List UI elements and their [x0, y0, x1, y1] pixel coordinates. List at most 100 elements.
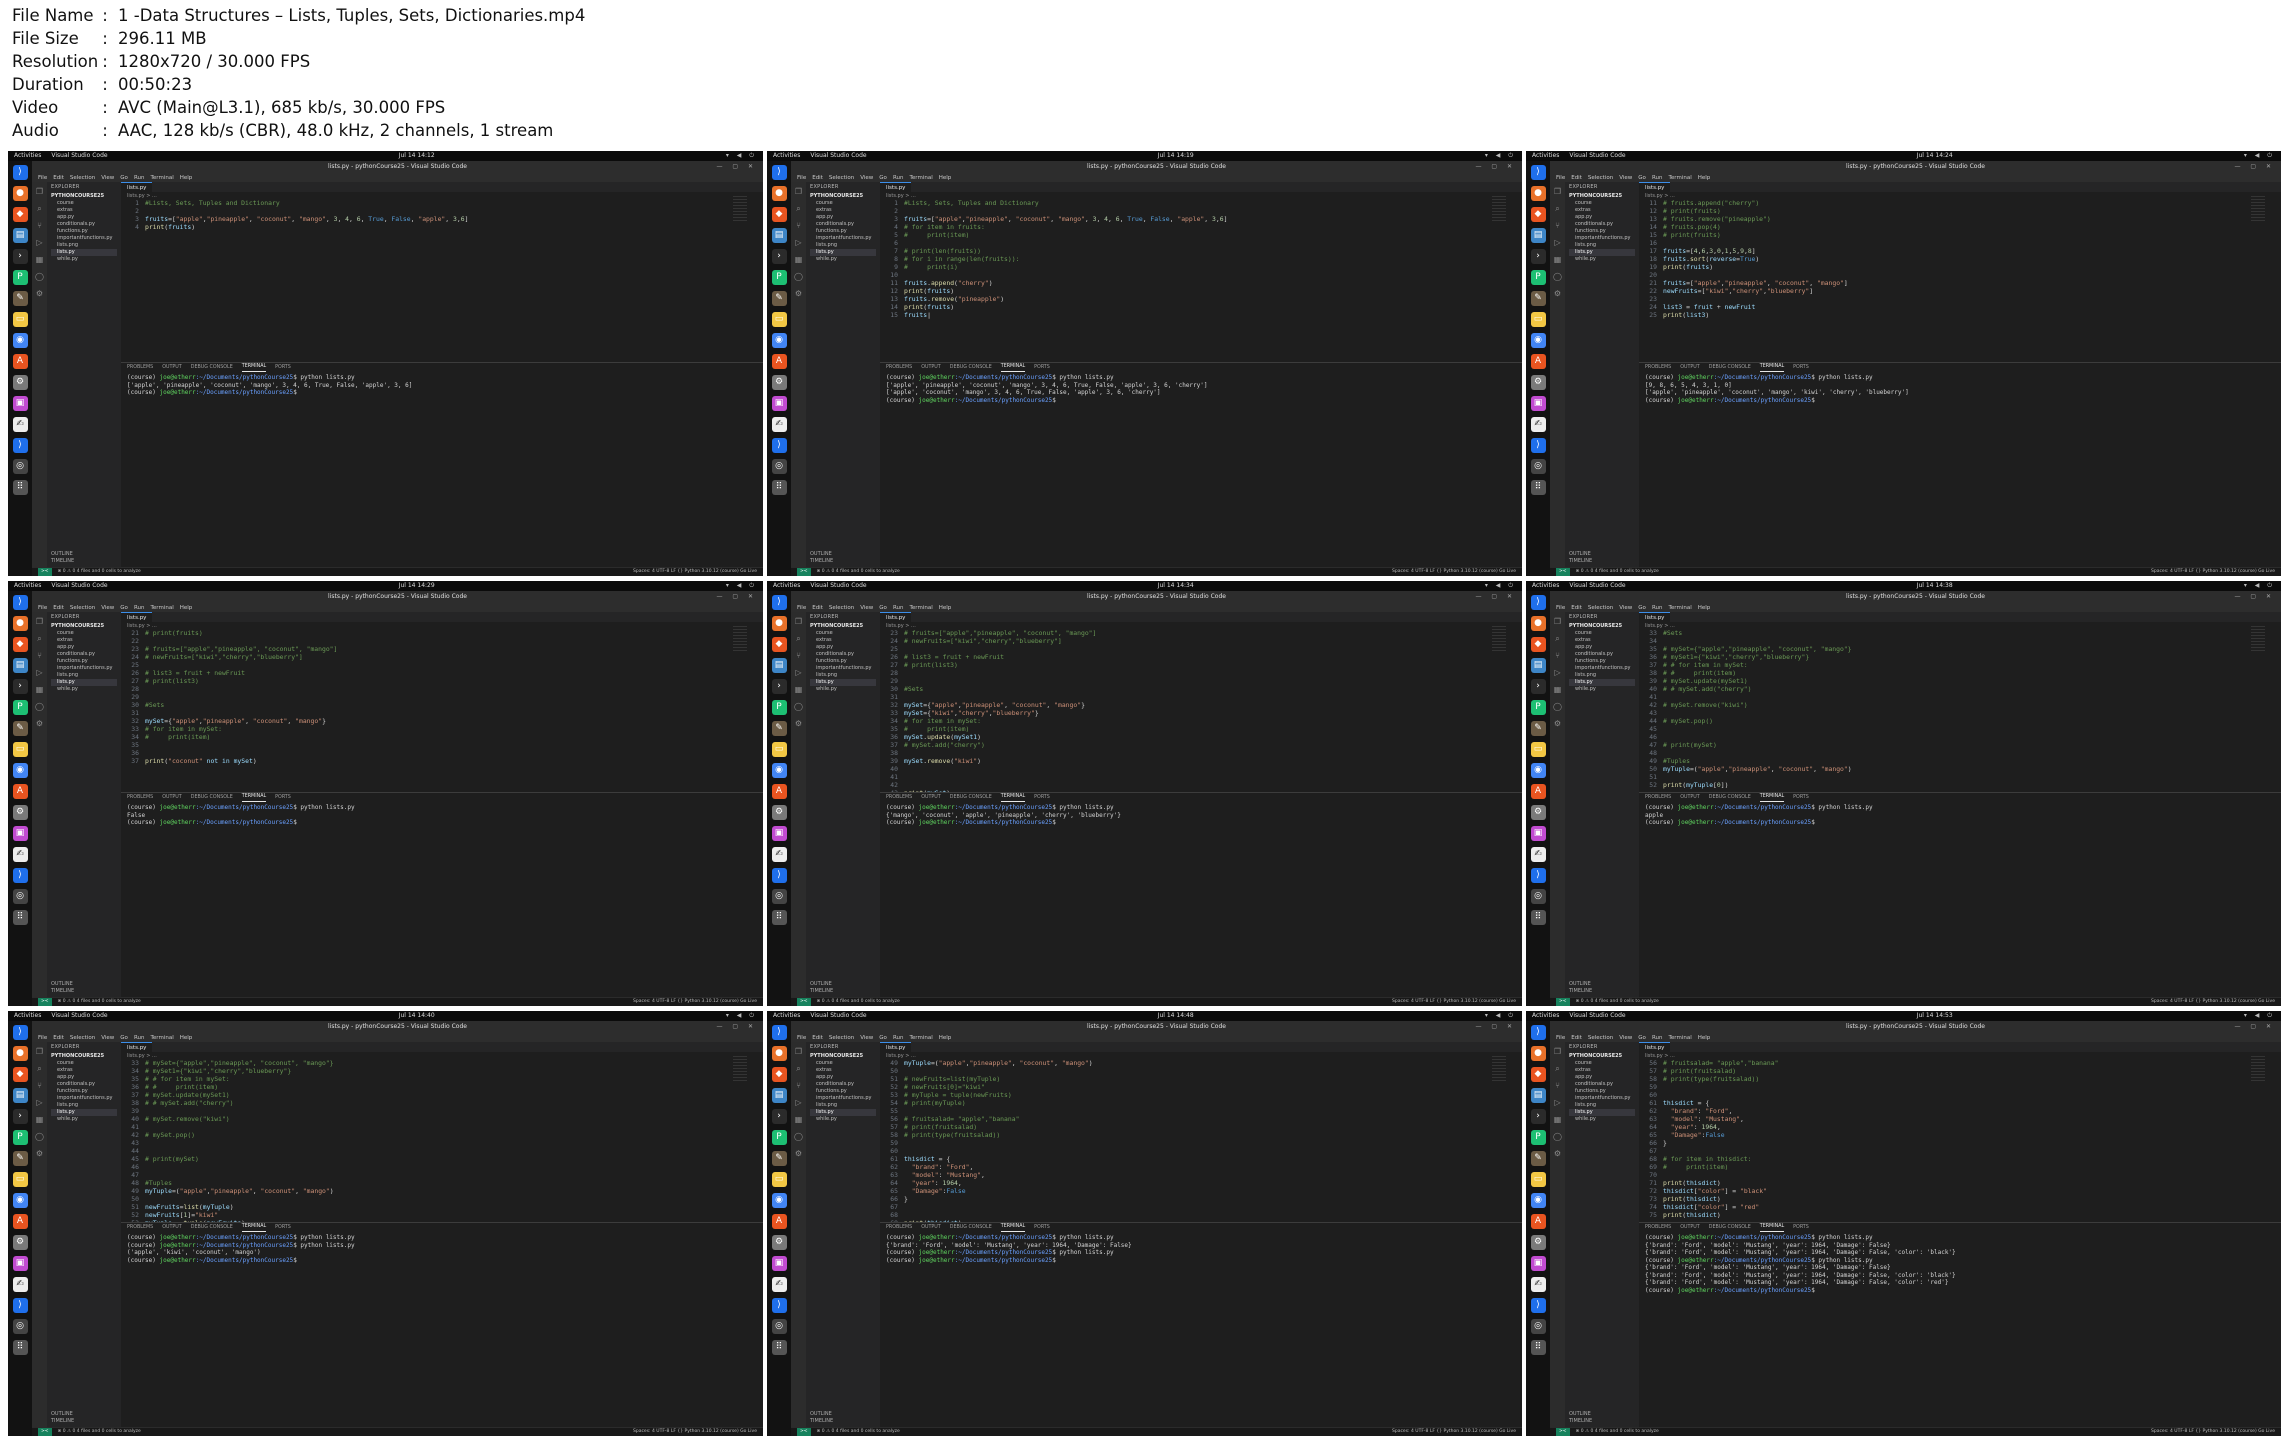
file-item[interactable]: functions.py [810, 658, 876, 665]
menu-selection[interactable]: Selection [1588, 174, 1613, 182]
search-icon[interactable]: ⌕ [1555, 635, 1559, 643]
file-item[interactable]: while.py [810, 686, 876, 693]
file-item[interactable]: conditionals.py [810, 221, 876, 228]
outline-section[interactable]: OUTLINE [51, 1411, 74, 1418]
outline-section[interactable]: OUTLINE [51, 981, 74, 988]
menu-help[interactable]: Help [180, 1034, 193, 1042]
panel-tab-problems[interactable]: PROBLEMS [127, 364, 153, 372]
source-control-icon[interactable]: ⑂ [37, 652, 42, 660]
window-controls[interactable]: — ▢ ✕ [1475, 593, 1516, 601]
file-item[interactable]: conditionals.py [1569, 651, 1635, 658]
panel-tab-debug-console[interactable]: DEBUG CONSOLE [191, 1224, 233, 1232]
settings-icon[interactable]: ⚙ [771, 1235, 787, 1250]
terminal-icon[interactable]: › [12, 1109, 28, 1124]
menu-run[interactable]: Run [134, 1034, 145, 1042]
file-item[interactable]: while.py [810, 1116, 876, 1123]
panel-tab-debug-console[interactable]: DEBUG CONSOLE [950, 364, 992, 372]
project-folder[interactable]: PYTHONCOURSE25 [51, 1053, 117, 1060]
file-item[interactable]: lists.png [810, 672, 876, 679]
remote-indicator[interactable]: >< [797, 998, 811, 1006]
firefox-icon[interactable]: ● [1530, 186, 1546, 201]
system-tray-icons[interactable]: ▾ ◀ ⏻ [1485, 582, 1516, 590]
terminal-output[interactable]: (course) joe@etherr:~/Documents/pythonCo… [880, 372, 1522, 406]
menu-edit[interactable]: Edit [1571, 604, 1582, 612]
panel-tab-output[interactable]: OUTPUT [921, 794, 941, 802]
file-item[interactable]: lists.py [810, 679, 876, 686]
apps-grid-icon[interactable]: ⠿ [771, 910, 787, 925]
file-item[interactable]: conditionals.py [1569, 221, 1635, 228]
vscode-icon[interactable]: ⟩ [771, 1298, 787, 1313]
gimp-icon[interactable]: ✎ [1530, 291, 1546, 306]
chrome-icon[interactable]: ◉ [771, 333, 787, 348]
file-item[interactable]: lists.png [810, 1102, 876, 1109]
project-folder[interactable]: PYTHONCOURSE25 [1569, 623, 1635, 630]
extensions-icon[interactable]: ▦ [36, 256, 44, 264]
chrome-icon[interactable]: ◉ [12, 333, 28, 348]
activities-button[interactable]: Activities [773, 1012, 800, 1020]
window-controls[interactable]: — ▢ ✕ [2234, 163, 2275, 171]
file-item[interactable]: extras [810, 637, 876, 644]
timeline-section[interactable]: TIMELINE [810, 1418, 833, 1425]
menu-run[interactable]: Run [1652, 1034, 1663, 1042]
panel-tab-output[interactable]: OUTPUT [162, 364, 182, 372]
window-controls[interactable]: — ▢ ✕ [2234, 593, 2275, 601]
terminal-icon[interactable]: › [771, 679, 787, 694]
launcher-icon[interactable]: ◆ [1530, 1067, 1546, 1082]
project-folder[interactable]: PYTHONCOURSE25 [51, 193, 117, 200]
system-tray-icons[interactable]: ▾ ◀ ⏻ [1485, 1012, 1516, 1020]
file-item[interactable]: extras [1569, 637, 1635, 644]
pycharm-icon[interactable]: P [771, 270, 787, 285]
terminal-icon[interactable]: › [1530, 249, 1546, 264]
timeline-section[interactable]: TIMELINE [1569, 1418, 1592, 1425]
panel-tab-problems[interactable]: PROBLEMS [127, 1224, 153, 1232]
panel-tab-terminal[interactable]: TERMINAL [1000, 363, 1026, 372]
window-controls[interactable]: — ▢ ✕ [2234, 1023, 2275, 1031]
apps-grid-icon[interactable]: ⠿ [1530, 480, 1546, 495]
menu-edit[interactable]: Edit [812, 1034, 823, 1042]
gear-icon[interactable]: ⚙ [1554, 1150, 1561, 1158]
file-item[interactable]: extras [1569, 1067, 1635, 1074]
menu-terminal[interactable]: Terminal [1668, 174, 1691, 182]
gear-icon[interactable]: ⚙ [795, 1150, 802, 1158]
obs-icon[interactable]: ◎ [1530, 459, 1546, 474]
status-problems[interactable]: ⊗ 0 ⚠ 0 4 files and 0 cells to analyze [1576, 568, 1659, 576]
menu-terminal[interactable]: Terminal [1668, 1034, 1691, 1042]
vscode-icon[interactable]: ⟩ [771, 165, 787, 180]
firefox-icon[interactable]: ● [12, 186, 28, 201]
files-icon[interactable]: ❐ [1554, 188, 1561, 196]
chrome-icon[interactable]: ◉ [12, 763, 28, 778]
software-icon[interactable]: A [12, 784, 28, 799]
launcher-icon[interactable]: ◆ [12, 637, 28, 652]
panel-tab-debug-console[interactable]: DEBUG CONSOLE [950, 794, 992, 802]
source-control-icon[interactable]: ⑂ [37, 1082, 42, 1090]
file-item[interactable]: lists.py [1569, 249, 1635, 256]
files-icon[interactable]: ❐ [1554, 1048, 1561, 1056]
code-area[interactable]: 33 # mySet={"apple","pineapple", "coconut… [121, 1059, 763, 1235]
run-debug-icon[interactable]: ▷ [36, 1099, 42, 1107]
run-debug-icon[interactable]: ▷ [36, 239, 42, 247]
code-area[interactable]: 23 # fruits=["apple","pineapple", "coconu… [880, 629, 1522, 797]
project-folder[interactable]: PYTHONCOURSE25 [1569, 1053, 1635, 1060]
outline-section[interactable]: OUTLINE [810, 981, 833, 988]
menu-terminal[interactable]: Terminal [909, 604, 932, 612]
menu-run[interactable]: Run [134, 174, 145, 182]
activities-button[interactable]: Activities [1532, 1012, 1559, 1020]
menu-file[interactable]: File [38, 604, 47, 612]
software-icon[interactable]: A [12, 354, 28, 369]
text-editor-icon[interactable]: ✍ [12, 417, 28, 432]
file-item[interactable]: while.py [51, 256, 117, 263]
vscode-icon[interactable]: ⟩ [1530, 1025, 1546, 1040]
code-area[interactable]: 56 # fruitsalad= "apple","banana" 57 # prin… [1639, 1059, 2281, 1219]
extensions-icon[interactable]: ▦ [36, 1116, 44, 1124]
chrome-icon[interactable]: ◉ [1530, 763, 1546, 778]
search-icon[interactable]: ⌕ [796, 205, 800, 213]
menu-view[interactable]: View [1619, 604, 1632, 612]
file-item[interactable]: extras [810, 1067, 876, 1074]
files-icon[interactable]: ❐ [795, 618, 802, 626]
software-icon[interactable]: A [771, 1214, 787, 1229]
panel-tab-output[interactable]: OUTPUT [162, 794, 182, 802]
gear-icon[interactable]: ⚙ [36, 720, 43, 728]
notes-icon[interactable]: ▭ [12, 312, 28, 327]
panel-tab-ports[interactable]: PORTS [275, 1224, 291, 1232]
panel-tab-ports[interactable]: PORTS [275, 364, 291, 372]
